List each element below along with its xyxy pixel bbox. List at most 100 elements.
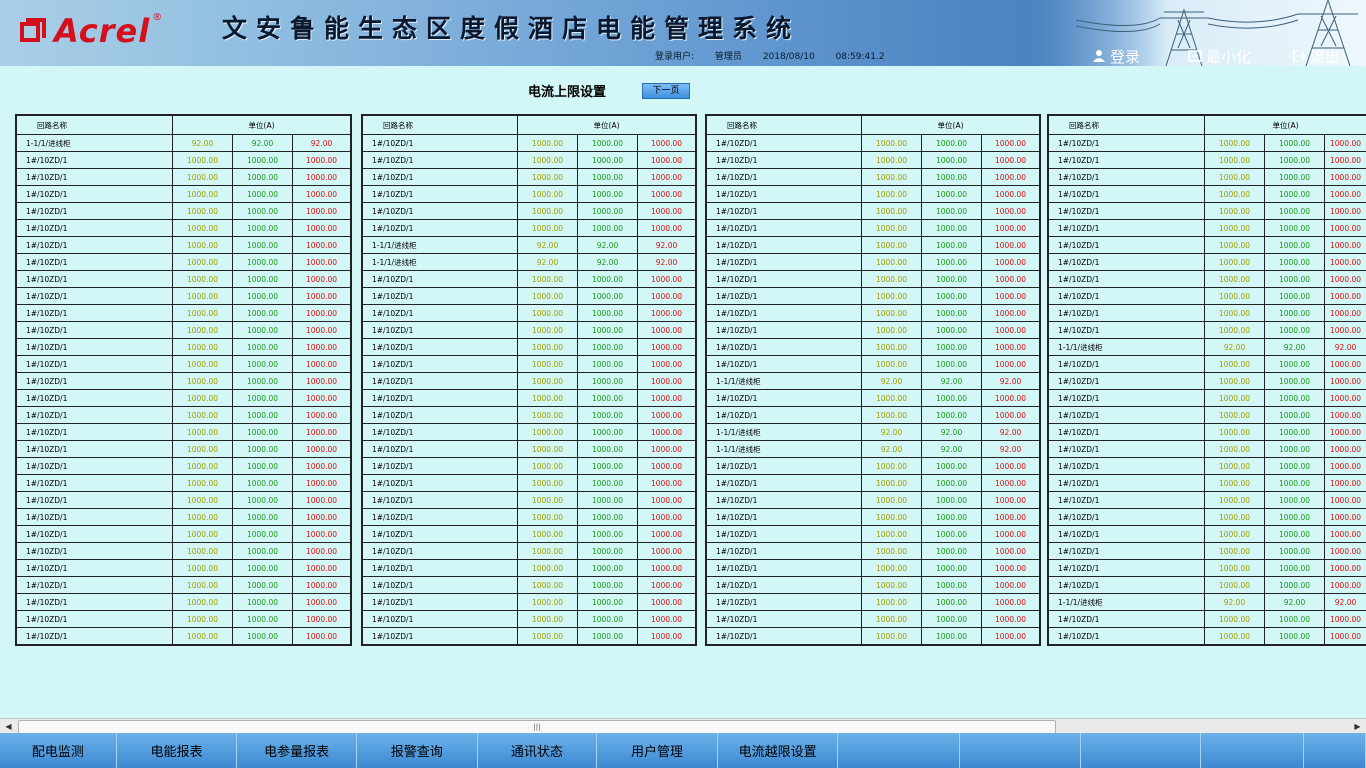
limit-value-cell[interactable]: 1000.00 (636, 491, 697, 509)
limit-value-cell[interactable]: 1000.00 (577, 372, 638, 390)
limit-value-cell[interactable]: 1000.00 (1323, 440, 1366, 458)
limit-value-cell[interactable]: 1000.00 (980, 270, 1041, 288)
limit-value-cell[interactable]: 1000.00 (517, 576, 578, 594)
limit-value-cell[interactable]: 1000.00 (1323, 219, 1366, 237)
limit-value-cell[interactable]: 1000.00 (172, 338, 233, 356)
limit-value-cell[interactable]: 1000.00 (232, 270, 293, 288)
limit-value-cell[interactable]: 92.00 (517, 236, 578, 254)
limit-value-cell[interactable]: 1000.00 (291, 338, 352, 356)
limit-value-cell[interactable]: 1000.00 (1204, 406, 1265, 424)
limit-value-cell[interactable]: 1000.00 (577, 151, 638, 169)
limit-value-cell[interactable]: 1000.00 (921, 202, 982, 220)
limit-value-cell[interactable]: 1000.00 (636, 423, 697, 441)
limit-value-cell[interactable]: 1000.00 (921, 508, 982, 526)
limit-value-cell[interactable]: 1000.00 (1264, 627, 1325, 645)
limit-value-cell[interactable]: 1000.00 (577, 525, 638, 543)
limit-value-cell[interactable]: 1000.00 (861, 406, 922, 424)
limit-value-cell[interactable]: 92.00 (1264, 593, 1325, 611)
limit-value-cell[interactable]: 1000.00 (232, 525, 293, 543)
limit-value-cell[interactable]: 1000.00 (517, 168, 578, 186)
limit-value-cell[interactable]: 92.00 (577, 253, 638, 271)
limit-value-cell[interactable]: 1000.00 (291, 559, 352, 577)
limit-value-cell[interactable]: 1000.00 (172, 219, 233, 237)
limit-value-cell[interactable]: 1000.00 (232, 593, 293, 611)
limit-value-cell[interactable]: 1000.00 (636, 168, 697, 186)
nav-tab-8[interactable] (960, 733, 1081, 768)
limit-value-cell[interactable]: 1000.00 (1323, 185, 1366, 203)
limit-value-cell[interactable]: 1000.00 (1204, 168, 1265, 186)
limit-value-cell[interactable]: 1000.00 (517, 151, 578, 169)
limit-value-cell[interactable]: 1000.00 (921, 168, 982, 186)
limit-value-cell[interactable]: 1000.00 (232, 542, 293, 560)
limit-value-cell[interactable]: 1000.00 (980, 610, 1041, 628)
limit-value-cell[interactable]: 1000.00 (1323, 542, 1366, 560)
limit-value-cell[interactable]: 92.00 (232, 134, 293, 152)
next-page-button[interactable]: 下一页 (642, 83, 690, 99)
limit-value-cell[interactable]: 1000.00 (1264, 542, 1325, 560)
limit-value-cell[interactable]: 1000.00 (1323, 576, 1366, 594)
limit-value-cell[interactable]: 1000.00 (172, 474, 233, 492)
limit-value-cell[interactable]: 1000.00 (1323, 151, 1366, 169)
limit-value-cell[interactable]: 1000.00 (1323, 559, 1366, 577)
limit-value-cell[interactable]: 1000.00 (517, 406, 578, 424)
limit-value-cell[interactable]: 92.00 (921, 372, 982, 390)
limit-value-cell[interactable]: 1000.00 (861, 168, 922, 186)
limit-value-cell[interactable]: 1000.00 (921, 406, 982, 424)
nav-tab-0[interactable]: 配电监测 (0, 733, 117, 768)
limit-value-cell[interactable]: 1000.00 (172, 440, 233, 458)
limit-value-cell[interactable]: 1000.00 (577, 389, 638, 407)
limit-value-cell[interactable]: 1000.00 (517, 287, 578, 305)
limit-value-cell[interactable]: 1000.00 (577, 440, 638, 458)
limit-value-cell[interactable]: 1000.00 (1323, 457, 1366, 475)
limit-value-cell[interactable]: 1000.00 (636, 406, 697, 424)
limit-value-cell[interactable]: 1000.00 (172, 236, 233, 254)
limit-value-cell[interactable]: 1000.00 (577, 202, 638, 220)
limit-value-cell[interactable]: 1000.00 (232, 610, 293, 628)
limit-value-cell[interactable]: 1000.00 (517, 508, 578, 526)
limit-value-cell[interactable]: 1000.00 (577, 593, 638, 611)
limit-value-cell[interactable]: 1000.00 (172, 593, 233, 611)
limit-value-cell[interactable]: 1000.00 (921, 627, 982, 645)
limit-value-cell[interactable]: 1000.00 (1204, 474, 1265, 492)
limit-value-cell[interactable]: 92.00 (577, 236, 638, 254)
limit-value-cell[interactable]: 1000.00 (291, 168, 352, 186)
limit-value-cell[interactable]: 92.00 (636, 253, 697, 271)
limit-value-cell[interactable]: 1000.00 (636, 372, 697, 390)
limit-value-cell[interactable]: 1000.00 (1264, 389, 1325, 407)
limit-value-cell[interactable]: 92.00 (517, 253, 578, 271)
limit-value-cell[interactable]: 1000.00 (980, 287, 1041, 305)
limit-value-cell[interactable]: 1000.00 (232, 389, 293, 407)
limit-value-cell[interactable]: 1000.00 (980, 491, 1041, 509)
limit-value-cell[interactable]: 1000.00 (1323, 389, 1366, 407)
limit-value-cell[interactable]: 1000.00 (577, 457, 638, 475)
limit-value-cell[interactable]: 1000.00 (636, 474, 697, 492)
limit-value-cell[interactable]: 1000.00 (861, 151, 922, 169)
limit-value-cell[interactable]: 1000.00 (577, 185, 638, 203)
limit-value-cell[interactable]: 1000.00 (980, 457, 1041, 475)
limit-value-cell[interactable]: 1000.00 (232, 304, 293, 322)
limit-value-cell[interactable]: 1000.00 (291, 185, 352, 203)
limit-value-cell[interactable]: 1000.00 (921, 457, 982, 475)
limit-value-cell[interactable]: 1000.00 (517, 372, 578, 390)
limit-value-cell[interactable]: 1000.00 (1204, 185, 1265, 203)
limit-value-cell[interactable]: 92.00 (1323, 338, 1366, 356)
limit-value-cell[interactable]: 1000.00 (577, 338, 638, 356)
limit-value-cell[interactable]: 1000.00 (517, 627, 578, 645)
limit-value-cell[interactable]: 1000.00 (172, 304, 233, 322)
limit-value-cell[interactable]: 1000.00 (1264, 440, 1325, 458)
limit-value-cell[interactable]: 1000.00 (517, 389, 578, 407)
limit-value-cell[interactable]: 1000.00 (1264, 372, 1325, 390)
limit-value-cell[interactable]: 1000.00 (921, 304, 982, 322)
limit-value-cell[interactable]: 1000.00 (921, 491, 982, 509)
limit-value-cell[interactable]: 1000.00 (172, 168, 233, 186)
limit-value-cell[interactable]: 1000.00 (921, 253, 982, 271)
limit-value-cell[interactable]: 1000.00 (291, 355, 352, 373)
limit-value-cell[interactable]: 1000.00 (861, 287, 922, 305)
limit-value-cell[interactable]: 1000.00 (517, 355, 578, 373)
limit-value-cell[interactable]: 1000.00 (1323, 525, 1366, 543)
limit-value-cell[interactable]: 1000.00 (980, 236, 1041, 254)
limit-value-cell[interactable]: 1000.00 (172, 202, 233, 220)
limit-value-cell[interactable]: 1000.00 (172, 372, 233, 390)
limit-value-cell[interactable]: 1000.00 (1323, 304, 1366, 322)
limit-value-cell[interactable]: 1000.00 (1204, 304, 1265, 322)
